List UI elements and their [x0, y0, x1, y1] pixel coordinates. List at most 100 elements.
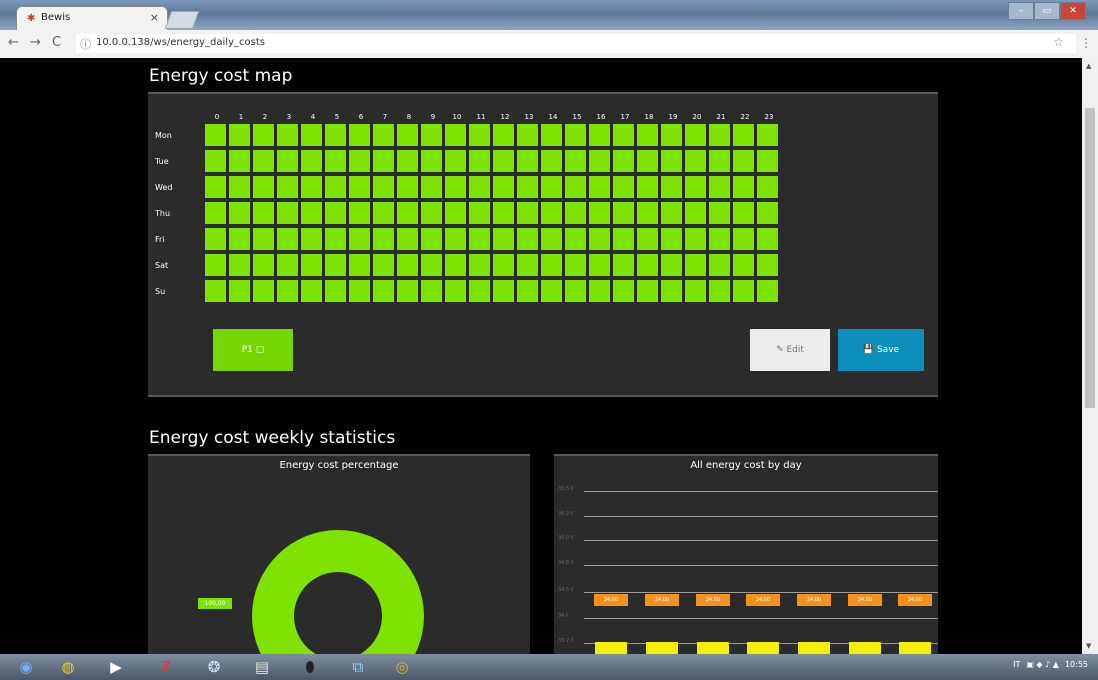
cost-cell[interactable] [205, 150, 226, 172]
cost-cell[interactable] [637, 202, 658, 224]
maximize-button[interactable]: ▭ [1034, 2, 1060, 20]
cost-cell[interactable] [661, 228, 682, 250]
cost-cell[interactable] [541, 124, 562, 146]
cost-cell[interactable] [325, 280, 346, 302]
cost-cell[interactable] [709, 202, 730, 224]
cost-cell[interactable] [301, 254, 322, 276]
cost-cell[interactable] [661, 124, 682, 146]
cost-cell[interactable] [445, 124, 466, 146]
cost-cell[interactable] [589, 228, 610, 250]
cost-cell[interactable] [349, 124, 370, 146]
cost-cell[interactable] [685, 254, 706, 276]
page-scrollbar[interactable]: ▲ ▼ [1082, 58, 1098, 654]
cost-cell[interactable] [205, 202, 226, 224]
cost-cell[interactable] [445, 176, 466, 198]
cost-cell[interactable] [397, 202, 418, 224]
cost-cell[interactable] [613, 202, 634, 224]
cost-cell[interactable] [493, 124, 514, 146]
cost-cell[interactable] [229, 254, 250, 276]
cost-cell[interactable] [301, 124, 322, 146]
cost-cell[interactable] [565, 280, 586, 302]
cost-cell[interactable] [661, 254, 682, 276]
remote-desktop-taskbar-icon[interactable]: ⧉ [342, 656, 374, 678]
cost-cell[interactable] [541, 176, 562, 198]
cost-cell[interactable] [253, 150, 274, 172]
cost-cell[interactable] [733, 202, 754, 224]
cost-cell[interactable] [637, 176, 658, 198]
browser-menu-icon[interactable]: ⋮ [1080, 36, 1092, 50]
cost-cell[interactable] [445, 228, 466, 250]
cost-cell[interactable] [637, 124, 658, 146]
cost-cell[interactable] [493, 176, 514, 198]
forward-icon[interactable]: → [30, 35, 41, 50]
cost-cell[interactable] [397, 280, 418, 302]
cost-cell[interactable] [589, 176, 610, 198]
cost-cell[interactable] [349, 176, 370, 198]
cost-cell[interactable] [517, 202, 538, 224]
cost-cell[interactable] [661, 202, 682, 224]
media-player-taskbar-icon[interactable]: ▶ [100, 656, 132, 678]
cost-cell[interactable] [709, 150, 730, 172]
cost-cell[interactable] [517, 280, 538, 302]
cost-cell[interactable] [637, 280, 658, 302]
cost-cell[interactable] [253, 202, 274, 224]
usb-taskbar-icon[interactable]: ⬮ [294, 656, 326, 678]
cost-cell[interactable] [229, 176, 250, 198]
cost-cell[interactable] [349, 150, 370, 172]
cost-cell[interactable] [541, 280, 562, 302]
cost-cell[interactable] [205, 254, 226, 276]
cost-cell[interactable] [493, 280, 514, 302]
cost-cell[interactable] [205, 124, 226, 146]
cost-cell[interactable] [613, 124, 634, 146]
cost-cell[interactable] [589, 150, 610, 172]
p1-tariff-button[interactable]: P1 ▢ [213, 329, 293, 371]
pie-slice[interactable] [252, 530, 424, 654]
cost-cell[interactable] [541, 254, 562, 276]
cost-cell[interactable] [709, 280, 730, 302]
cost-cell[interactable] [229, 124, 250, 146]
cost-cell[interactable] [613, 150, 634, 172]
cost-cell[interactable] [445, 254, 466, 276]
cost-cell[interactable] [421, 150, 442, 172]
cost-cell[interactable] [685, 202, 706, 224]
cost-cell[interactable] [541, 228, 562, 250]
cost-cell[interactable] [709, 254, 730, 276]
cost-cell[interactable] [565, 254, 586, 276]
cost-cell[interactable] [733, 280, 754, 302]
cost-cell[interactable] [277, 176, 298, 198]
cost-cell[interactable] [613, 280, 634, 302]
cost-cell[interactable] [445, 202, 466, 224]
cost-cell[interactable] [757, 228, 778, 250]
cost-cell[interactable] [685, 280, 706, 302]
language-indicator[interactable]: IT [1013, 660, 1020, 669]
cost-cell[interactable] [757, 254, 778, 276]
cost-cell[interactable] [397, 124, 418, 146]
cost-cell[interactable] [589, 124, 610, 146]
cost-cell[interactable] [757, 280, 778, 302]
cost-cell[interactable] [301, 280, 322, 302]
cost-cell[interactable] [613, 176, 634, 198]
daily-cost-bar[interactable] [697, 641, 729, 654]
cost-cell[interactable] [325, 176, 346, 198]
cost-cell[interactable] [205, 228, 226, 250]
address-bar[interactable]: ⓘ 10.0.0.138/ws/energy_daily_costs ☆ [76, 34, 1076, 53]
cost-cell[interactable] [421, 176, 442, 198]
tray-icons[interactable]: ▣ ◆ ♪ ▲ [1026, 660, 1059, 669]
explorer-taskbar-icon[interactable]: ▤ [246, 656, 278, 678]
cost-cell[interactable] [469, 202, 490, 224]
cost-cell[interactable] [685, 124, 706, 146]
cost-cell[interactable] [301, 228, 322, 250]
browser-taskbar-icon[interactable]: ◍ [52, 656, 84, 678]
cost-cell[interactable] [661, 176, 682, 198]
cost-cell[interactable] [565, 176, 586, 198]
cost-cell[interactable] [397, 150, 418, 172]
cost-cell[interactable] [493, 228, 514, 250]
cost-cell[interactable] [685, 176, 706, 198]
cost-cell[interactable] [349, 280, 370, 302]
cost-cell[interactable] [253, 176, 274, 198]
cost-cell[interactable] [253, 280, 274, 302]
cost-cell[interactable] [517, 124, 538, 146]
cost-cell[interactable] [565, 202, 586, 224]
cost-cell[interactable] [733, 124, 754, 146]
cost-cell[interactable] [517, 150, 538, 172]
